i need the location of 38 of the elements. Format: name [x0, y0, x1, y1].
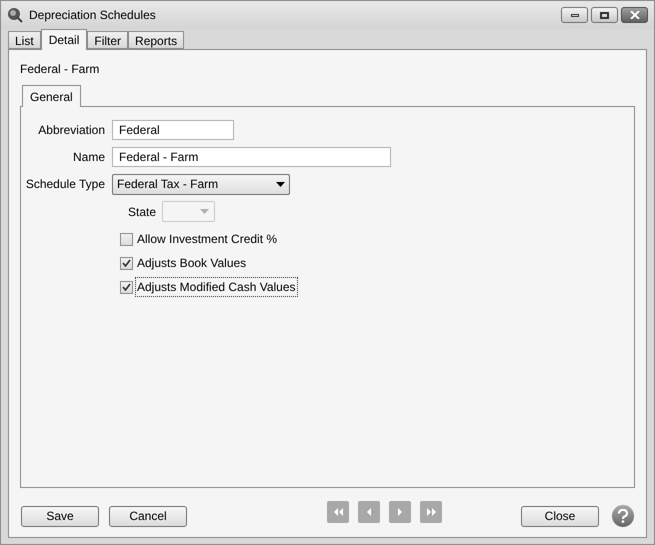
- record-title: Federal - Farm: [20, 61, 100, 76]
- check-icon: [122, 282, 131, 292]
- caret-icon: [276, 182, 285, 186]
- field-label: Schedule Type: [24, 176, 106, 193]
- close-window-button[interactable]: [621, 7, 648, 23]
- first-icon: [334, 508, 342, 516]
- dropdown[interactable]: Federal Tax - Farm: [112, 174, 290, 194]
- checkbox[interactable]: [120, 232, 133, 246]
- tab[interactable]: List: [8, 31, 41, 49]
- window-title: Depreciation Schedules: [29, 7, 156, 24]
- question-mark-icon: [617, 509, 629, 523]
- close-icon: [630, 11, 640, 19]
- checkbox[interactable]: [120, 256, 133, 270]
- input-field[interactable]: Federal - Farm: [112, 147, 391, 167]
- action-button[interactable]: Cancel: [109, 506, 187, 526]
- minimize-button[interactable]: [561, 7, 588, 23]
- checkbox[interactable]: [120, 280, 133, 294]
- tab[interactable]: Filter: [87, 31, 128, 49]
- field-label: Abbreviation: [37, 122, 106, 139]
- checkbox-label: Adjusts Book Values: [136, 255, 248, 272]
- help-icon[interactable]: [611, 504, 635, 528]
- tab[interactable]: Reports: [128, 31, 184, 49]
- action-button[interactable]: Close: [521, 506, 599, 526]
- last-icon: [426, 508, 436, 516]
- check-icon: [122, 258, 131, 268]
- caret-icon: [200, 209, 209, 214]
- input-field[interactable]: Federal: [112, 120, 234, 140]
- next-icon: [396, 508, 404, 516]
- action-button[interactable]: Save: [21, 506, 99, 526]
- checkbox-label: Allow Investment Credit %: [136, 231, 278, 248]
- tab[interactable]: Detail: [40, 29, 88, 50]
- app-icon: [7, 7, 23, 23]
- field-label: State: [128, 204, 158, 220]
- maximize-button[interactable]: [591, 7, 618, 23]
- field-label: Name: [72, 149, 106, 166]
- previous-icon: [364, 508, 374, 516]
- checkbox-label: Adjusts Modified Cash Values: [136, 278, 297, 296]
- tab[interactable]: General: [22, 85, 81, 107]
